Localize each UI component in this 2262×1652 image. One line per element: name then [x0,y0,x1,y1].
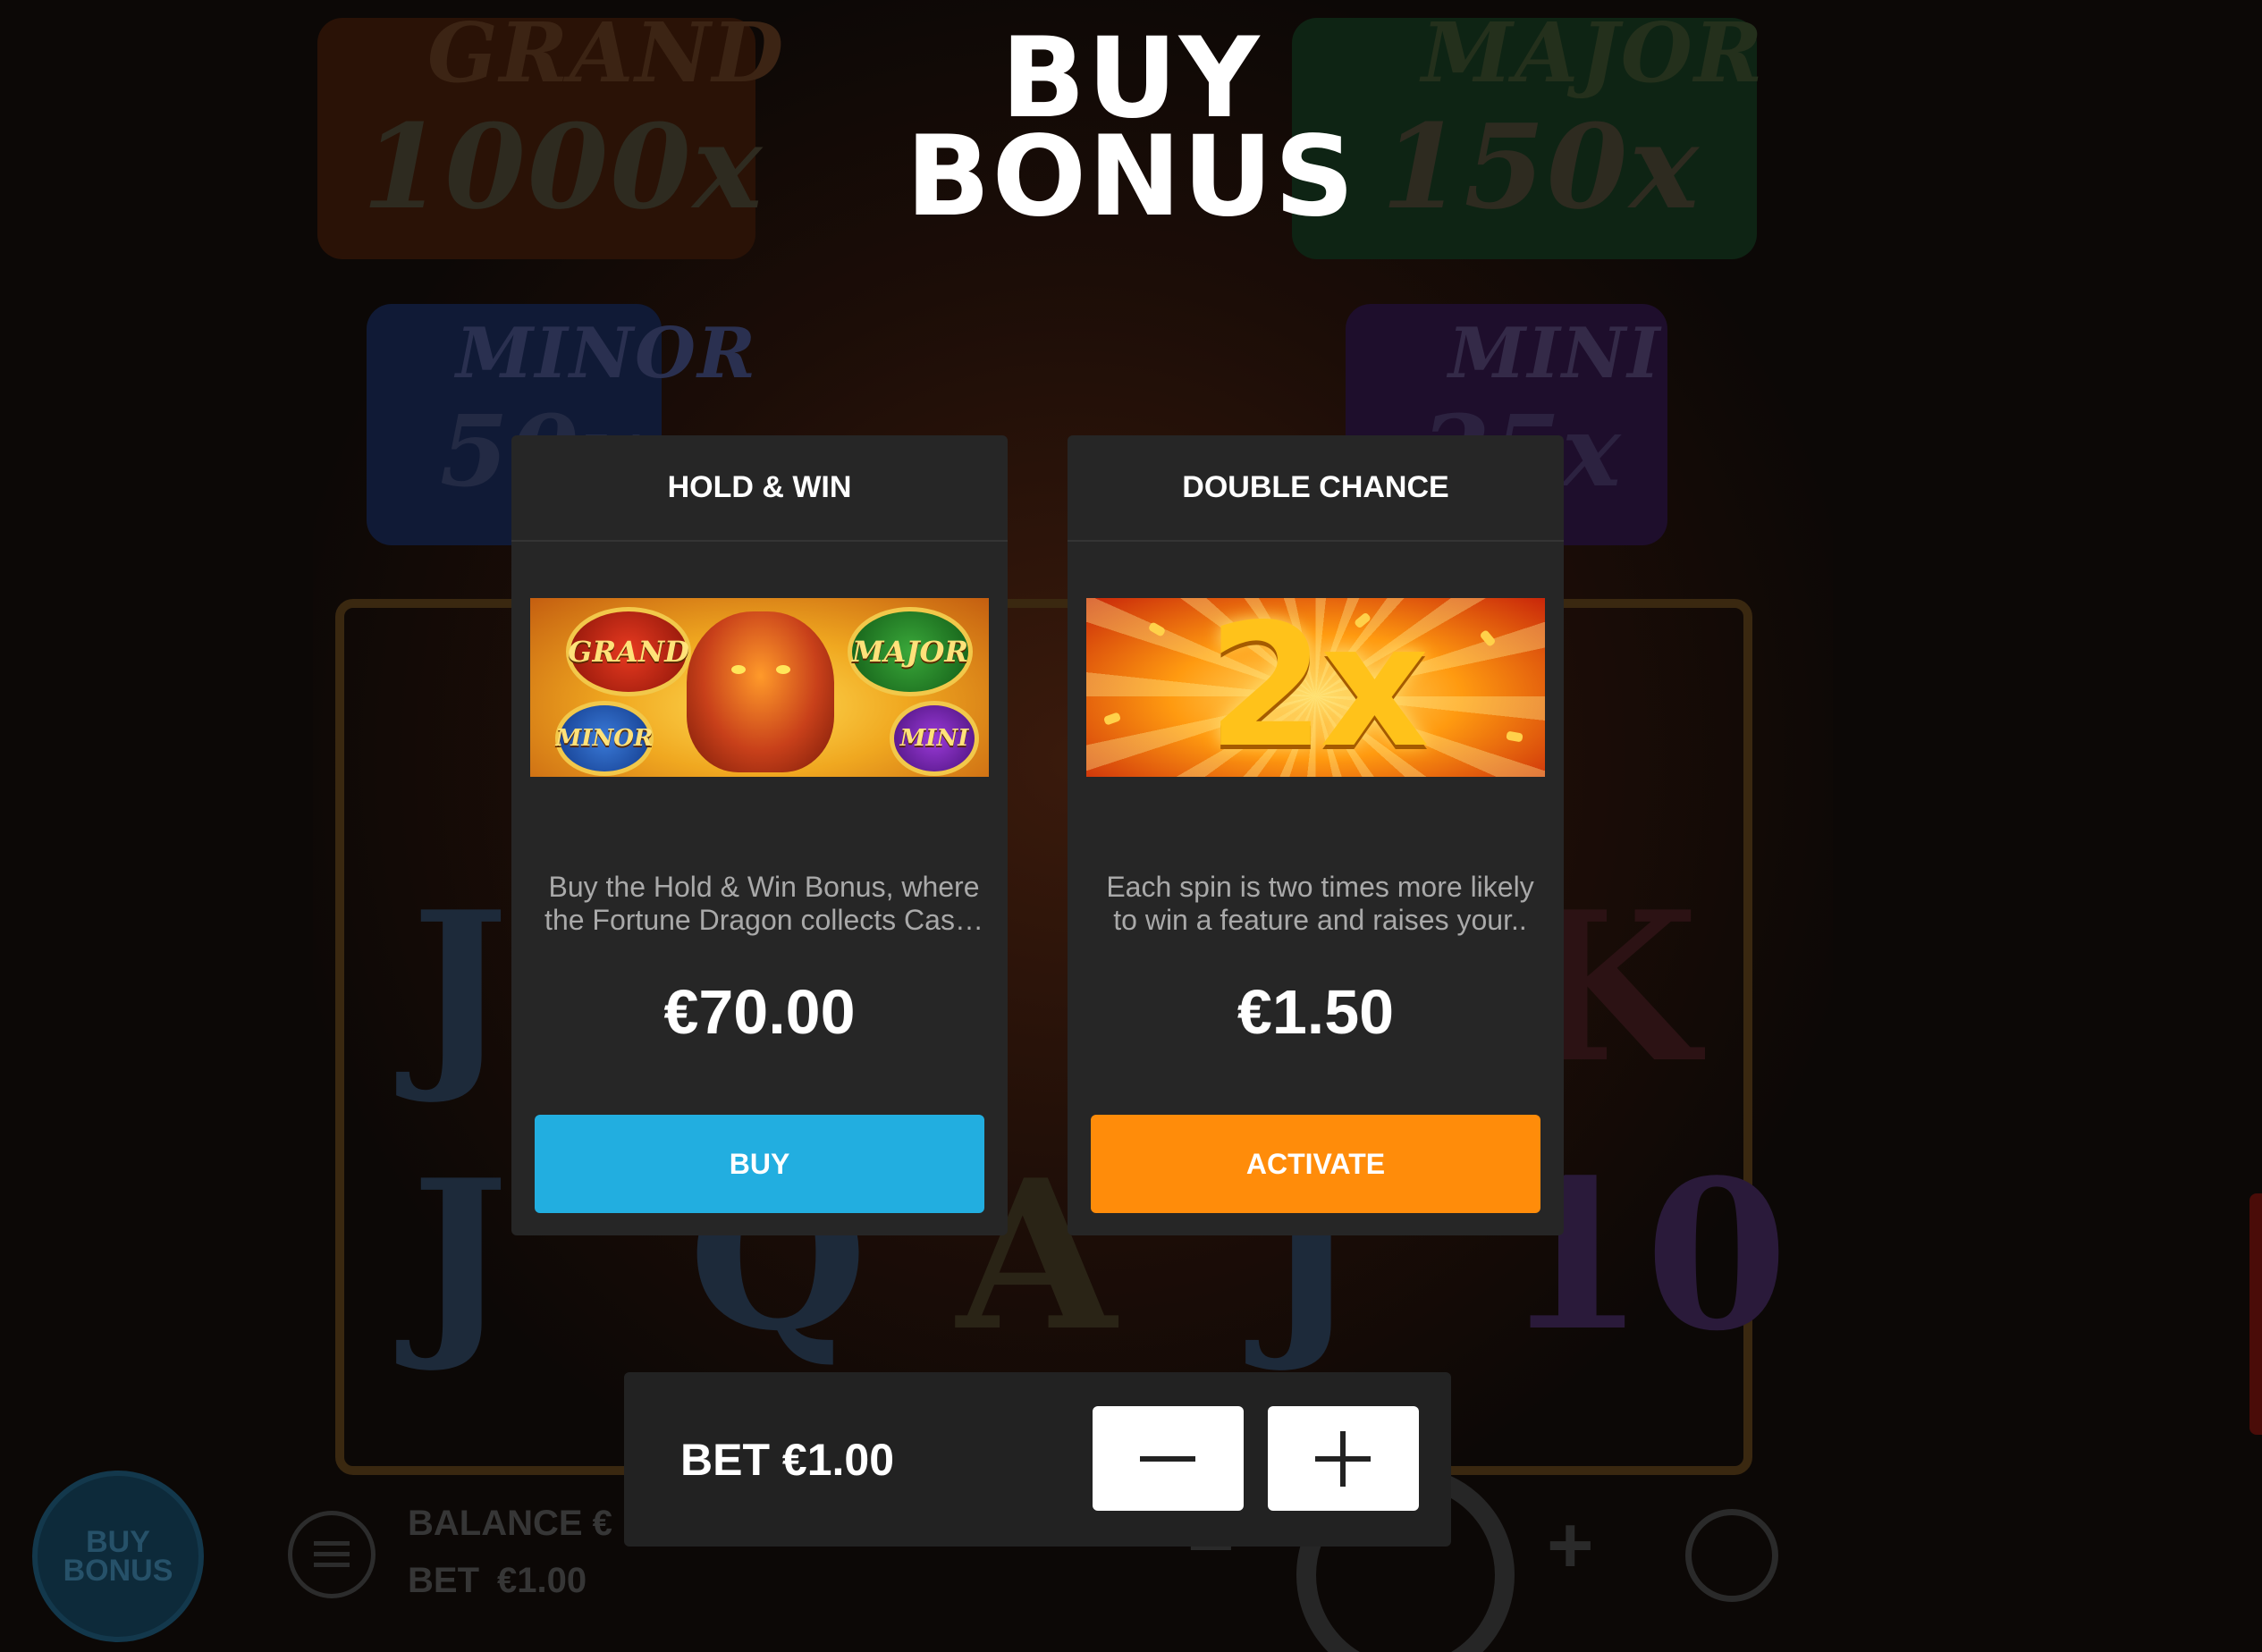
card-price: €1.50 [1237,977,1395,1047]
description-line: the Fortune Dragon collects Cas… [544,904,983,936]
dragon-icon [687,611,834,772]
major-coin-icon: MAJOR [848,607,973,696]
activate-button[interactable]: ACTIVATE [1091,1115,1540,1213]
description-line: to win a feature and raises your.. [1113,904,1527,936]
grand-coin-icon: GRAND [566,607,691,696]
card-description: Buy the Hold & Win Bonus, where the Fort… [534,871,994,937]
card-title: HOLD & WIN [511,435,1008,542]
balance-label: BALANCE € [408,1504,612,1543]
menu-icon[interactable] [288,1511,376,1598]
mini-jackpot-name: MINI [1448,313,1662,394]
bet-panel: BET €1.00 [624,1372,1451,1547]
bar-plus-icon[interactable]: + [1547,1500,1594,1592]
description-line: Buy the Hold & Win Bonus, where [548,871,980,903]
description-line: Each spin is two times more likely [1106,871,1534,903]
decrease-bet-button[interactable] [1093,1406,1244,1511]
bar-bet-label: BET [408,1561,479,1600]
reel-symbol: J [411,867,509,1108]
hold-and-win-card: HOLD & WIN GRAND MAJOR MINOR MINI Buy th… [511,435,1008,1235]
autoplay-icon[interactable] [1685,1509,1778,1602]
increase-bet-button[interactable] [1268,1406,1419,1511]
minor-coin-icon: MINOR [555,701,654,776]
reel-symbol: J [411,1135,509,1377]
minor-jackpot-name: MINOR [456,313,757,394]
page-title: BUY BONUS [0,23,2262,241]
bet-label: BET €1.00 [680,1434,895,1485]
buy-bonus-round-button[interactable]: BUY BONUS [32,1471,204,1642]
double-chance-image: 2x [1086,598,1545,777]
card-title: DOUBLE CHANCE [1068,435,1564,542]
bar-bet-value: €1.00 [497,1561,587,1600]
double-chance-card: DOUBLE CHANCE 2x Each spin is two times … [1068,435,1564,1235]
mini-coin-icon: MINI [890,701,979,776]
buy-button[interactable]: BUY [535,1115,984,1213]
card-price: €70.00 [663,977,856,1047]
minus-icon [1140,1456,1195,1462]
side-tab [2249,1193,2262,1435]
title-line-bonus: BONUS [906,113,1356,241]
multiplier-2x-icon: 2x [1207,598,1430,777]
card-description: Each spin is two times more likely to wi… [1090,871,1550,937]
hold-and-win-image: GRAND MAJOR MINOR MINI [530,598,989,777]
